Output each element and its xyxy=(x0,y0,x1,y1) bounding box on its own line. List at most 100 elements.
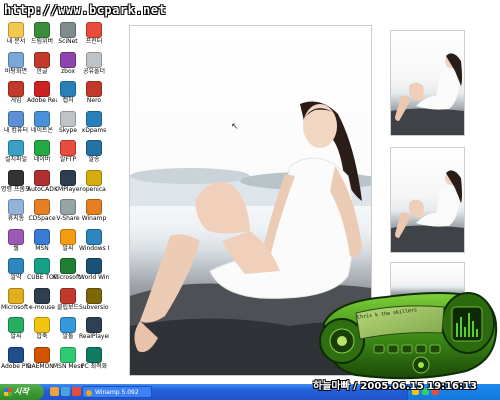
app-icon xyxy=(8,22,24,38)
winamp-player[interactable] xyxy=(316,283,500,383)
desktop-icons: 내 문서바탕화면게임내 컴퓨터설치파일명령 프롬프트휴지통쉘알약Microsof… xyxy=(0,22,109,384)
desktop-icon[interactable]: 내 문서 xyxy=(3,22,29,52)
desktop-icon[interactable]: 압축 xyxy=(29,317,55,347)
desktop-icon-label: Subversion xyxy=(79,303,109,311)
desktop-icon[interactable]: 휴지통 xyxy=(3,199,29,229)
desktop-icon[interactable]: CDSpace xyxy=(28,199,56,229)
desktop-icon[interactable]: Nero xyxy=(81,81,107,111)
app-icon xyxy=(8,140,24,156)
desktop-icon[interactable]: 알약 xyxy=(3,258,29,288)
app-icon xyxy=(60,169,76,186)
desktop-icon[interactable]: SciNet xyxy=(55,22,81,52)
desktop-icon[interactable]: 명령 프롬프트 xyxy=(1,169,31,200)
winamp-skin xyxy=(319,292,498,380)
desktop-icon-label: RealPlayer xyxy=(79,333,109,340)
desktop-icon[interactable]: 게임 xyxy=(3,81,29,111)
desktop-icon[interactable]: RealPlayer xyxy=(79,317,109,347)
app-icon xyxy=(60,22,76,38)
app-icon xyxy=(34,258,50,274)
app-icon xyxy=(60,81,76,97)
desktop-icon[interactable]: openica xyxy=(81,169,107,200)
desktop-icon[interactable]: Subversion xyxy=(79,287,109,318)
desktop-icon[interactable]: 네이버 xyxy=(29,140,55,170)
desktop-icon-label: World Wind 1.3 xyxy=(79,274,109,281)
desktop-icon[interactable]: CUBE TOON xyxy=(27,258,57,288)
app-icon xyxy=(86,228,102,245)
app-icon xyxy=(60,346,76,363)
desktop-icon[interactable]: Winamp xyxy=(81,199,107,229)
app-icon xyxy=(8,287,24,304)
desktop-icon-label: 프린터 xyxy=(85,38,103,45)
desktop-icon[interactable]: 캡처 xyxy=(55,81,81,111)
desktop-icon[interactable]: AutoCAD 2006 xyxy=(27,169,57,200)
desktop-icon[interactable]: 클립보드 xyxy=(55,287,81,318)
app-icon xyxy=(34,199,50,215)
desktop-icon[interactable]: MSN xyxy=(29,228,55,259)
desktop-icon-label: openica xyxy=(82,185,106,193)
app-icon xyxy=(8,346,24,363)
desktop-icon[interactable]: Skype xyxy=(55,110,81,141)
desktop-icon[interactable]: V-Share xyxy=(55,199,81,229)
app-icon xyxy=(86,81,102,97)
desktop-icon-label: Nero xyxy=(86,97,102,104)
desktop-icon[interactable]: World Wind 1.3 xyxy=(79,258,109,288)
taskbar-button-winamp[interactable]: Winamp 5.092 xyxy=(82,386,152,398)
app-icon xyxy=(86,199,102,215)
desktop-icon[interactable]: 알송 xyxy=(81,140,107,170)
app-icon xyxy=(60,258,76,274)
desktop-icon[interactable]: 알FTP xyxy=(55,140,81,170)
desktop-icon[interactable]: 네이트온 xyxy=(29,110,55,141)
app-icon xyxy=(34,169,50,186)
app-icon xyxy=(8,51,24,68)
desktop-icon-label: 공유폴더 xyxy=(82,67,106,75)
desktop-icon[interactable]: KMPlayer xyxy=(54,169,82,200)
desktop-icon[interactable]: 내 컴퓨터 xyxy=(3,110,29,141)
desktop-icon[interactable]: Microsoft Excel xyxy=(53,258,83,288)
app-icon xyxy=(86,22,102,38)
desktop-icon[interactable]: zbox xyxy=(55,51,81,82)
app-icon xyxy=(34,228,50,245)
desktop-icon[interactable]: Adobe Reader 7.0 xyxy=(27,81,57,111)
desktop-icon[interactable]: 드림위버 xyxy=(29,22,55,52)
desktop-icon-label: PC 최적화 xyxy=(80,362,108,370)
desktop-icon[interactable]: PC 최적화 xyxy=(80,346,108,377)
app-icon xyxy=(86,169,102,186)
app-icon xyxy=(34,110,50,127)
app-icon xyxy=(34,346,50,363)
desktop-icon[interactable]: DAEMON Tools xyxy=(27,346,57,377)
desktop-icon[interactable]: xDpams xyxy=(81,110,107,141)
desktop-icon[interactable]: 설치파일 xyxy=(3,140,29,170)
app-icon xyxy=(34,81,50,97)
app-icon xyxy=(34,317,50,333)
app-icon xyxy=(86,258,102,274)
mouse-cursor-icon: ↖ xyxy=(231,122,239,132)
quick-launch-icon[interactable] xyxy=(72,387,81,396)
desktop-icon[interactable]: Adobe Photoshop xyxy=(1,346,31,377)
desktop-icon[interactable]: 프린터 xyxy=(81,22,107,52)
desktop-icon[interactable]: 알씨 xyxy=(3,317,29,347)
desktop-icon[interactable]: MSN Messenger xyxy=(53,346,83,377)
thumbnail-1[interactable] xyxy=(390,30,465,136)
desktop-icon[interactable]: e-mouse xyxy=(29,287,55,318)
app-icon xyxy=(8,81,24,97)
app-icon xyxy=(8,169,24,186)
desktop-icon[interactable]: 알툴 xyxy=(55,317,81,347)
quick-launch-icon[interactable] xyxy=(61,387,70,396)
app-icon xyxy=(86,110,102,127)
app-icon xyxy=(34,140,50,156)
desktop-icon[interactable]: 바탕화면 xyxy=(3,51,29,82)
app-icon xyxy=(8,199,24,215)
app-icon xyxy=(34,51,50,68)
desktop-icon[interactable]: Windows Media xyxy=(79,228,109,259)
app-icon xyxy=(8,317,24,333)
desktop-icon[interactable]: Microsoft Outlook xyxy=(1,287,31,318)
desktop-icon[interactable]: 알씨 xyxy=(55,228,81,259)
desktop-icon[interactable]: 공유폴더 xyxy=(81,51,107,82)
screenshot-stamp: 하늘마빠 / 2005.06.15 19:16:13 xyxy=(313,381,477,392)
desktop-icon[interactable]: 쉘 xyxy=(3,228,29,259)
quick-launch-icon[interactable] xyxy=(50,387,59,396)
start-button[interactable]: 시작 xyxy=(0,384,44,400)
thumbnail-2[interactable] xyxy=(390,147,465,253)
app-icon xyxy=(60,110,76,127)
desktop-icon[interactable]: 한글 xyxy=(29,51,55,82)
